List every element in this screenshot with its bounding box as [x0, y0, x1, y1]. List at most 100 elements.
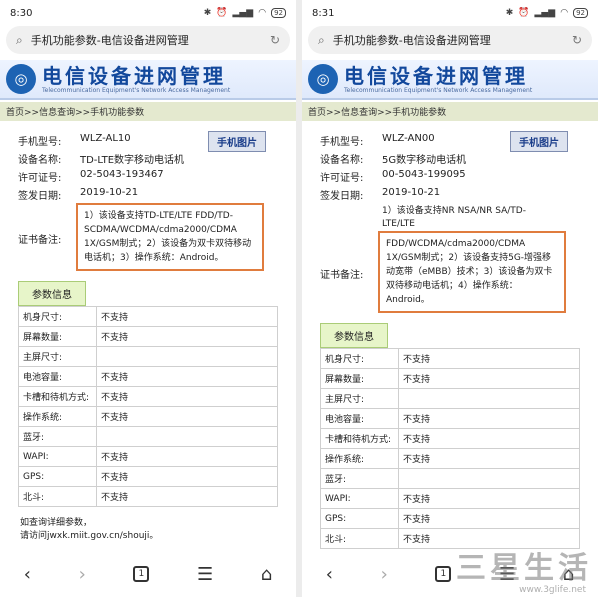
tabs-icon[interactable]: 1: [435, 566, 452, 582]
issue-date-label: 签发日期:: [320, 191, 364, 202]
alarm-icon: ⏰: [518, 8, 530, 18]
bluetooth-icon: ✱: [203, 8, 212, 18]
table-row: 机身尺寸: 不支持: [18, 306, 278, 327]
table-row: 屏幕数量: 不支持: [18, 326, 278, 347]
param-value: 不支持: [96, 466, 278, 487]
watermark-url: www.3glife.net: [519, 585, 586, 595]
param-value: 不支持: [398, 488, 580, 509]
address-bar[interactable]: ⌕ 手机功能参数-电信设备进网管理 ↻: [6, 26, 290, 54]
param-name: 北斗:: [320, 528, 399, 549]
param-value: 不支持: [96, 306, 278, 327]
table-row: 卡槽和待机方式: 不支持: [320, 428, 580, 449]
miit-logo-icon: ◎: [308, 64, 338, 94]
search-icon: ⌕: [16, 32, 23, 47]
table-row: WAPI: 不支持: [320, 488, 580, 509]
param-name: 屏幕数量:: [18, 326, 97, 347]
page-title: 手机功能参数-电信设备进网管理: [332, 34, 491, 47]
param-value: 不支持: [96, 446, 278, 467]
watermark: 三星生活: [456, 551, 592, 586]
param-name: 机身尺寸:: [320, 348, 399, 369]
browser-nav-bar: ‹ › 1 ☰ ⌂: [0, 551, 296, 597]
site-banner: ◎ 电信设备进网管理 Telecommunication Equipment's…: [0, 60, 296, 100]
param-name: 操作系统:: [18, 406, 97, 427]
device-info: 手机型号: WLZ-AN00 手机图片 设备名称: 5G数字移动电话机 许可证号…: [320, 131, 598, 313]
bluetooth-icon: ✱: [505, 8, 514, 18]
status-bar: 8:31 ✱ ⏰ ▂▄▆ ◠ 92: [302, 0, 598, 26]
address-bar[interactable]: ⌕ 手机功能参数-电信设备进网管理 ↻: [308, 26, 592, 54]
params-table: 机身尺寸: 不支持 屏幕数量: 不支持 主屏尺寸: 电池容量: 不支持 卡槽和待机方式: 不支持…: [320, 348, 580, 549]
license-label: 许可证号:: [320, 173, 364, 184]
table-row: 主屏尺寸:: [320, 388, 580, 409]
refresh-icon[interactable]: ↻: [572, 33, 582, 47]
param-name: 卡槽和待机方式:: [18, 386, 97, 407]
forward-icon[interactable]: ›: [79, 564, 86, 585]
model-label: 手机型号:: [320, 137, 364, 148]
table-row: 电池容量: 不支持: [18, 366, 278, 387]
params-header: 参数信息: [320, 323, 388, 348]
license-value: 02-5043-193467: [80, 169, 164, 180]
table-row: 电池容量: 不支持: [320, 408, 580, 429]
param-name: 电池容量:: [320, 408, 399, 429]
param-name: GPS:: [18, 466, 97, 487]
param-value: [398, 468, 580, 489]
param-name: WAPI:: [18, 446, 97, 467]
param-name: 操作系统:: [320, 448, 399, 469]
model-label: 手机型号:: [18, 137, 62, 148]
footer-line-1: 如查询详细参数，: [20, 518, 93, 528]
refresh-icon[interactable]: ↻: [270, 33, 280, 47]
menu-icon[interactable]: ☰: [197, 564, 213, 585]
param-value: 不支持: [398, 428, 580, 449]
right-screenshot: 8:31 ✱ ⏰ ▂▄▆ ◠ 92 ⌕ 手机功能参数-电信设备进网管理 ↻ ◎ …: [302, 0, 598, 597]
param-name: 卡槽和待机方式:: [320, 428, 399, 449]
tabs-icon[interactable]: 1: [133, 566, 150, 582]
table-row: 蓝牙:: [18, 426, 278, 447]
breadcrumb[interactable]: 首页>>信息查询>>手机功能参数: [0, 102, 296, 121]
footer-note: 如查询详细参数， 请访问jwxk.miit.gov.cn/shouji。: [20, 517, 296, 543]
table-row: WAPI: 不支持: [18, 446, 278, 467]
param-value: 不支持: [96, 366, 278, 387]
clock: 8:31: [312, 7, 335, 19]
home-icon[interactable]: ⌂: [261, 564, 272, 585]
back-icon[interactable]: ‹: [326, 564, 333, 585]
banner-subtitle: Telecommunication Equipment's Network Ac…: [42, 86, 231, 94]
license-value: 00-5043-199095: [382, 169, 466, 180]
breadcrumb[interactable]: 首页>>信息查询>>手机功能参数: [302, 102, 598, 121]
table-row: 北斗: 不支持: [18, 486, 278, 507]
site-banner: ◎ 电信设备进网管理 Telecommunication Equipment's…: [302, 60, 598, 100]
table-row: 操作系统: 不支持: [18, 406, 278, 427]
params-table: 机身尺寸: 不支持 屏幕数量: 不支持 主屏尺寸: 电池容量: 不支持 卡槽和待机方式: 不支持…: [18, 306, 278, 507]
phone-photo-button[interactable]: 手机图片: [510, 131, 568, 152]
params-header: 参数信息: [18, 281, 86, 306]
cert-note-value: 1）该设备支持TD-LTE/LTE FDD/TD-SCDMA/WCDMA/cdm…: [76, 203, 264, 271]
table-row: GPS: 不支持: [320, 508, 580, 529]
battery-icon: 92: [271, 8, 286, 18]
param-value: 不支持: [398, 368, 580, 389]
device-name-label: 设备名称:: [18, 155, 62, 166]
param-name: 主屏尺寸:: [18, 346, 97, 367]
back-icon[interactable]: ‹: [24, 564, 31, 585]
wifi-icon: ◠: [560, 8, 569, 18]
param-value: [398, 388, 580, 409]
issue-date-label: 签发日期:: [18, 191, 62, 202]
cert-note-value: FDD/WCDMA/cdma2000/CDMA 1X/GSM制式；2）该设备支持…: [378, 231, 566, 313]
forward-icon[interactable]: ›: [381, 564, 388, 585]
cert-note-label: 证书备注:: [320, 269, 364, 281]
device-info: 手机型号: WLZ-AL10 手机图片 设备名称: TD-LTE数字移动电话机 …: [18, 131, 296, 271]
param-value: 不支持: [398, 408, 580, 429]
table-row: 操作系统: 不支持: [320, 448, 580, 469]
param-value: [96, 346, 278, 367]
license-label: 许可证号:: [18, 173, 62, 184]
param-name: 蓝牙:: [18, 426, 97, 447]
signal-icon: ▂▄▆: [534, 8, 556, 18]
phone-photo-button[interactable]: 手机图片: [208, 131, 266, 152]
status-bar: 8:30 ✱ ⏰ ▂▄▆ ◠ 92: [0, 0, 296, 26]
param-value: 不支持: [398, 508, 580, 529]
page-title: 手机功能参数-电信设备进网管理: [30, 34, 189, 47]
param-name: 机身尺寸:: [18, 306, 97, 327]
clock: 8:30: [10, 7, 33, 19]
banner-subtitle: Telecommunication Equipment's Network Ac…: [344, 86, 533, 94]
issue-date-value: 2019-10-21: [382, 187, 441, 198]
param-name: 电池容量:: [18, 366, 97, 387]
table-row: 主屏尺寸:: [18, 346, 278, 367]
device-name-label: 设备名称:: [320, 155, 364, 166]
